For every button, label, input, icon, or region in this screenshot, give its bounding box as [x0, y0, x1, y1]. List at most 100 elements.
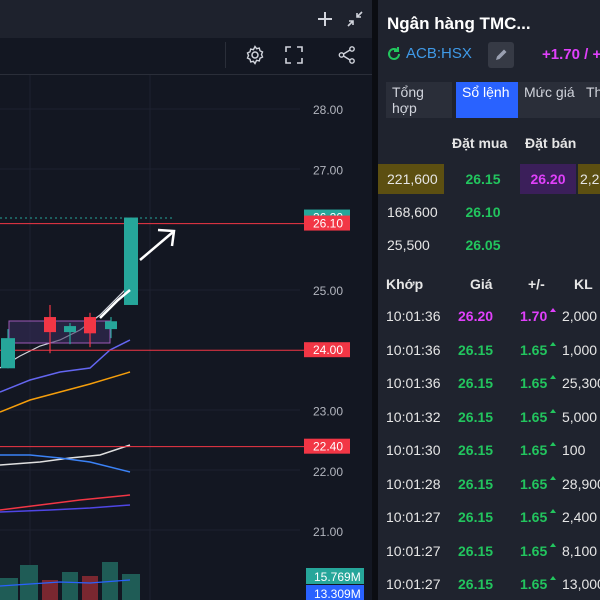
trade-change: 1.65: [520, 442, 548, 458]
up-arrow-icon: [550, 408, 556, 413]
trade-volume: 100: [562, 442, 586, 458]
volume-badge-2: 13.309M: [314, 587, 361, 600]
trade-change: 1.65: [520, 408, 548, 425]
trade-price: 26.15: [458, 509, 494, 525]
trade-price: 26.15: [458, 475, 494, 492]
trades-time-header: Khớp: [386, 276, 424, 292]
candle-body: [44, 317, 56, 333]
up-arrow-icon: [550, 442, 556, 446]
y-tick-label: 21.00: [313, 525, 343, 539]
trade-row[interactable]: 10:01:28 26.15 1.65 28,900: [378, 468, 600, 501]
tab-muc-gia[interactable]: Mức giá: [518, 82, 584, 118]
orderbook-buy-header: Đặt mua: [452, 135, 508, 151]
chart-pane[interactable]: 28.0027.0025.0023.0022.0021.00 26.2026.1…: [0, 0, 372, 600]
trades-price-header: Giá: [470, 276, 493, 292]
trade-volume: 2,000: [562, 308, 598, 324]
buy-volume: 168,600: [387, 204, 438, 220]
ticker-symbol[interactable]: ACB:HSX: [406, 45, 472, 62]
trade-row[interactable]: 10:01:27 26.15 1.65 13,000: [378, 568, 600, 600]
buy-price: 26.05: [465, 237, 501, 253]
trade-price: 26.15: [458, 542, 494, 559]
volume-badge-1: 15.769M: [314, 570, 361, 584]
candle-body: [105, 321, 117, 330]
trade-price: 26.15: [458, 375, 494, 391]
trade-change: 1.65: [520, 341, 548, 358]
up-arrow-icon: [550, 542, 556, 547]
up-arrow-icon: [550, 475, 556, 480]
price-badge-label: 24.00: [313, 343, 343, 357]
trade-volume: 8,100: [562, 542, 598, 559]
trade-price: 26.15: [458, 576, 494, 592]
trade-volume: 25,300: [562, 375, 600, 391]
trade-change: 1.65: [520, 375, 548, 391]
trade-time: 10:01:27: [386, 576, 441, 592]
trade-volume: 13,000: [562, 576, 600, 592]
y-tick-label: 23.00: [313, 405, 343, 419]
price-badge-label: 22.40: [313, 440, 343, 454]
trade-volume: 28,900: [562, 475, 600, 492]
trade-time: 10:01:36: [386, 308, 441, 324]
refresh-icon[interactable]: [386, 46, 402, 67]
candle-body: [64, 326, 76, 333]
up-arrow-icon: [550, 375, 556, 379]
sell-price: 26.20: [520, 164, 576, 194]
trade-price: 26.15: [458, 442, 494, 458]
trade-time: 10:01:32: [386, 408, 441, 425]
price-change: +1.70 / +: [542, 46, 600, 63]
volume-bars: [0, 562, 140, 600]
trade-price: 26.15: [458, 341, 494, 358]
tab-thong-ke[interactable]: Th kê: [580, 82, 600, 118]
y-tick-label: 22.00: [313, 465, 343, 479]
trade-row[interactable]: 10:01:27 26.15 1.65 8,100: [378, 535, 600, 568]
trade-change: 1.70: [520, 308, 548, 324]
trade-row[interactable]: 10:01:36 26.15 1.65 1,000: [378, 334, 600, 367]
trades-change-header: +/-: [528, 276, 545, 292]
trade-time: 10:01:27: [386, 509, 441, 525]
ticker-row: ACB:HSX +1.70 / +: [386, 42, 600, 68]
arrow-annotation[interactable]: [0, 217, 176, 319]
trade-volume: 5,000: [562, 408, 598, 425]
buy-price: 26.15: [465, 171, 501, 187]
price-chart[interactable]: 28.0027.0025.0023.0022.0021.00 26.2026.1…: [0, 0, 372, 600]
tab-so-lenh[interactable]: Sổ lệnh: [456, 82, 522, 118]
trade-time: 10:01:27: [386, 542, 441, 559]
orderbook-row[interactable]: 168,600 26.10: [378, 197, 600, 227]
trade-row[interactable]: 10:01:27 26.15 1.65 2,400: [378, 501, 600, 534]
trade-row[interactable]: 10:01:36 26.20 1.70 2,000: [378, 300, 600, 333]
trade-change: 1.65: [520, 509, 548, 525]
y-tick-label: 27.00: [313, 163, 343, 177]
panel-tabs: Tổng hợp Sổ lệnh Mức giá Th kê: [386, 82, 600, 118]
orderbook-row[interactable]: 25,500 26.05: [378, 230, 600, 260]
trade-volume: 1,000: [562, 341, 598, 358]
trade-time: 10:01:36: [386, 341, 441, 358]
buy-volume: 25,500: [387, 237, 430, 253]
price-axis[interactable]: 28.00 27.00 25.00 23.00 22.00 21.00: [313, 103, 343, 539]
buy-volume: 221,600: [378, 164, 444, 194]
trade-row[interactable]: 10:01:36 26.15 1.65 25,300: [378, 367, 600, 400]
trade-time: 10:01:30: [386, 442, 441, 458]
trade-volume: 2,400: [562, 509, 598, 525]
trade-row[interactable]: 10:01:30 26.15 1.65 100: [378, 434, 600, 467]
candle-body: [84, 317, 96, 334]
trade-change: 1.65: [520, 475, 548, 492]
trade-price: 26.15: [458, 408, 494, 425]
y-tick-label: 28.00: [313, 103, 343, 117]
pencil-icon[interactable]: [488, 42, 514, 68]
trade-change: 1.65: [520, 576, 548, 592]
volume-badges: 15.769M 13.309M: [306, 568, 364, 600]
candle-body: [1, 338, 15, 369]
up-arrow-icon: [550, 509, 556, 513]
up-arrow-icon: [550, 341, 556, 346]
stock-name: Ngân hàng TMC...: [387, 14, 531, 33]
stock-info-panel: Ngân hàng TMC... ACB:HSX +1.70 / + Tổng …: [378, 0, 600, 600]
tab-tong-hop[interactable]: Tổng hợp: [386, 82, 452, 118]
trade-time: 10:01:36: [386, 375, 441, 391]
orderbook-sell-header: Đặt bán: [525, 135, 577, 151]
orderbook-row[interactable]: 221,600 26.15 26.20 2,2: [378, 164, 600, 194]
y-tick-label: 25.00: [313, 284, 343, 298]
trade-row[interactable]: 10:01:32 26.15 1.65 5,000: [378, 401, 600, 434]
price-badge-label: 26.10: [313, 217, 343, 231]
up-arrow-icon: [550, 308, 556, 312]
buy-price: 26.10: [465, 204, 501, 220]
up-arrow-icon: [550, 576, 556, 580]
